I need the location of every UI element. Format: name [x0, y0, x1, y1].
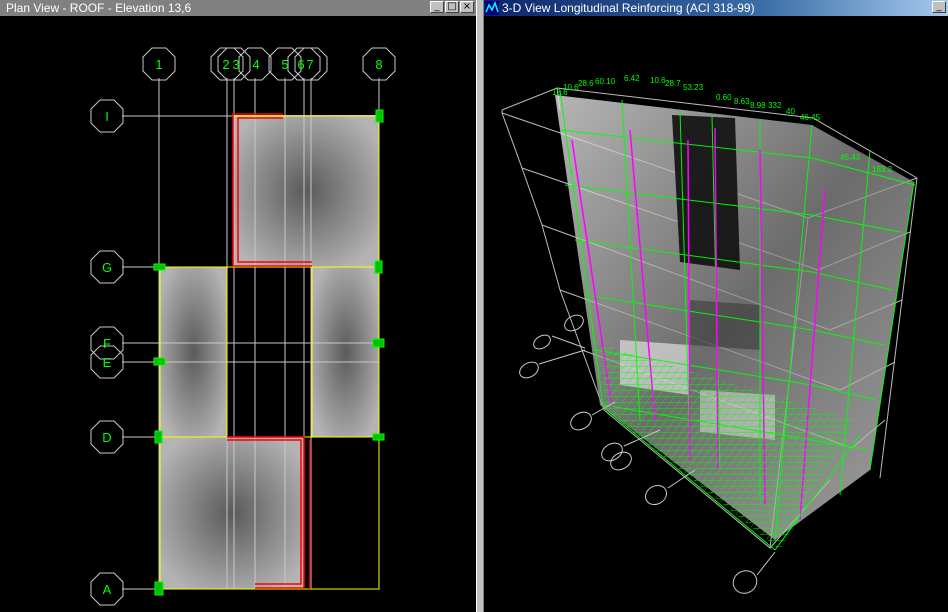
column-grid-bubbles: 1 8 2 3 4 5 6 7	[142, 47, 396, 104]
grid-bubble-3d[interactable]	[567, 409, 594, 434]
grid-bubble-3d[interactable]	[531, 332, 553, 351]
svg-text:6: 6	[297, 57, 304, 72]
grid-bubble-D[interactable]: D	[90, 420, 124, 454]
support-marker[interactable]	[153, 263, 166, 271]
svg-text:G: G	[102, 260, 112, 275]
close-button[interactable]: ×	[460, 1, 474, 13]
support-marker[interactable]	[154, 581, 164, 596]
svg-text:28.6: 28.6	[578, 79, 594, 88]
grid-bubble-3d[interactable]	[562, 312, 586, 334]
svg-text:1: 1	[155, 57, 162, 72]
window-splitter[interactable]	[476, 0, 484, 612]
svg-text:45.43: 45.43	[840, 153, 861, 162]
app-icon	[485, 1, 499, 15]
row-grid-bubbles: I G F E D A	[90, 99, 124, 606]
support-marker[interactable]	[375, 109, 384, 123]
grid-bubble-G[interactable]: G	[90, 250, 124, 284]
grid-bubble-1[interactable]: 1	[142, 47, 176, 81]
plan-view-title: Plan View - ROOF - Elevation 13,6	[6, 1, 192, 15]
grid-bubble-I[interactable]: I	[90, 99, 124, 133]
svg-text:46.45: 46.45	[800, 113, 821, 122]
svg-text:8: 8	[375, 57, 382, 72]
plan-view-titlebar[interactable]: Plan View - ROOF - Elevation 13,6 _ □ ×	[0, 0, 476, 16]
grid-bubble-3d[interactable]	[517, 359, 541, 381]
svg-text:40: 40	[786, 107, 795, 116]
support-marker[interactable]	[374, 260, 383, 274]
grid-bubble-A[interactable]: A	[90, 572, 124, 606]
3d-view-canvas[interactable]: 18.6 10.6 28.6 60.10 6.42 10.6 28.7 53.2…	[484, 16, 948, 612]
grid-bubble-3d[interactable]	[729, 566, 761, 597]
svg-text:2: 2	[222, 57, 229, 72]
svg-text:10.6: 10.6	[650, 76, 666, 85]
slab-panels	[160, 115, 379, 589]
grid-bubble-8[interactable]: 8	[362, 47, 396, 81]
plan-view-canvas[interactable]: 1 8 2 3 4 5 6 7 I G F E D A	[0, 16, 476, 612]
svg-text:183.2: 183.2	[872, 165, 893, 174]
support-marker[interactable]	[372, 433, 385, 441]
svg-text:0.60: 0.60	[716, 93, 732, 102]
slab-panel[interactable]	[160, 267, 227, 437]
svg-text:5: 5	[281, 57, 288, 72]
svg-text:I: I	[105, 109, 109, 124]
svg-text:4: 4	[252, 57, 259, 72]
grid-bubble-3d[interactable]	[642, 482, 670, 509]
support-marker[interactable]	[372, 338, 385, 348]
3d-view-title: 3-D View Longitudinal Reinforcing (ACI 3…	[502, 1, 755, 15]
minimize-button[interactable]: _	[932, 1, 946, 13]
3d-view-titlebar[interactable]: 3-D View Longitudinal Reinforcing (ACI 3…	[484, 0, 948, 16]
svg-text:60.10: 60.10	[595, 77, 616, 86]
svg-text:3: 3	[232, 57, 239, 72]
svg-text:53.23: 53.23	[683, 83, 704, 92]
svg-text:28.7: 28.7	[665, 79, 681, 88]
svg-text:6.42: 6.42	[624, 74, 640, 83]
minimize-button[interactable]: _	[430, 1, 444, 13]
svg-text:A: A	[103, 582, 112, 597]
3d-view-window[interactable]: 3-D View Longitudinal Reinforcing (ACI 3…	[484, 0, 948, 612]
slab-panel[interactable]	[160, 437, 304, 589]
svg-text:8.98: 8.98	[750, 101, 766, 110]
svg-text:F: F	[103, 336, 111, 351]
support-marker[interactable]	[154, 430, 163, 444]
svg-text:E: E	[103, 355, 112, 370]
slab-panel[interactable]	[312, 267, 379, 437]
support-marker[interactable]	[153, 357, 166, 366]
grid-bubble-3d[interactable]	[607, 449, 634, 474]
plan-view-window[interactable]: Plan View - ROOF - Elevation 13,6 _ □ ×	[0, 0, 476, 612]
svg-text:D: D	[102, 430, 111, 445]
maximize-button[interactable]: □	[445, 1, 459, 13]
svg-text:332: 332	[768, 101, 782, 110]
svg-text:8.63: 8.63	[734, 97, 750, 106]
svg-text:7: 7	[306, 57, 313, 72]
svg-text:10.6: 10.6	[563, 83, 579, 92]
